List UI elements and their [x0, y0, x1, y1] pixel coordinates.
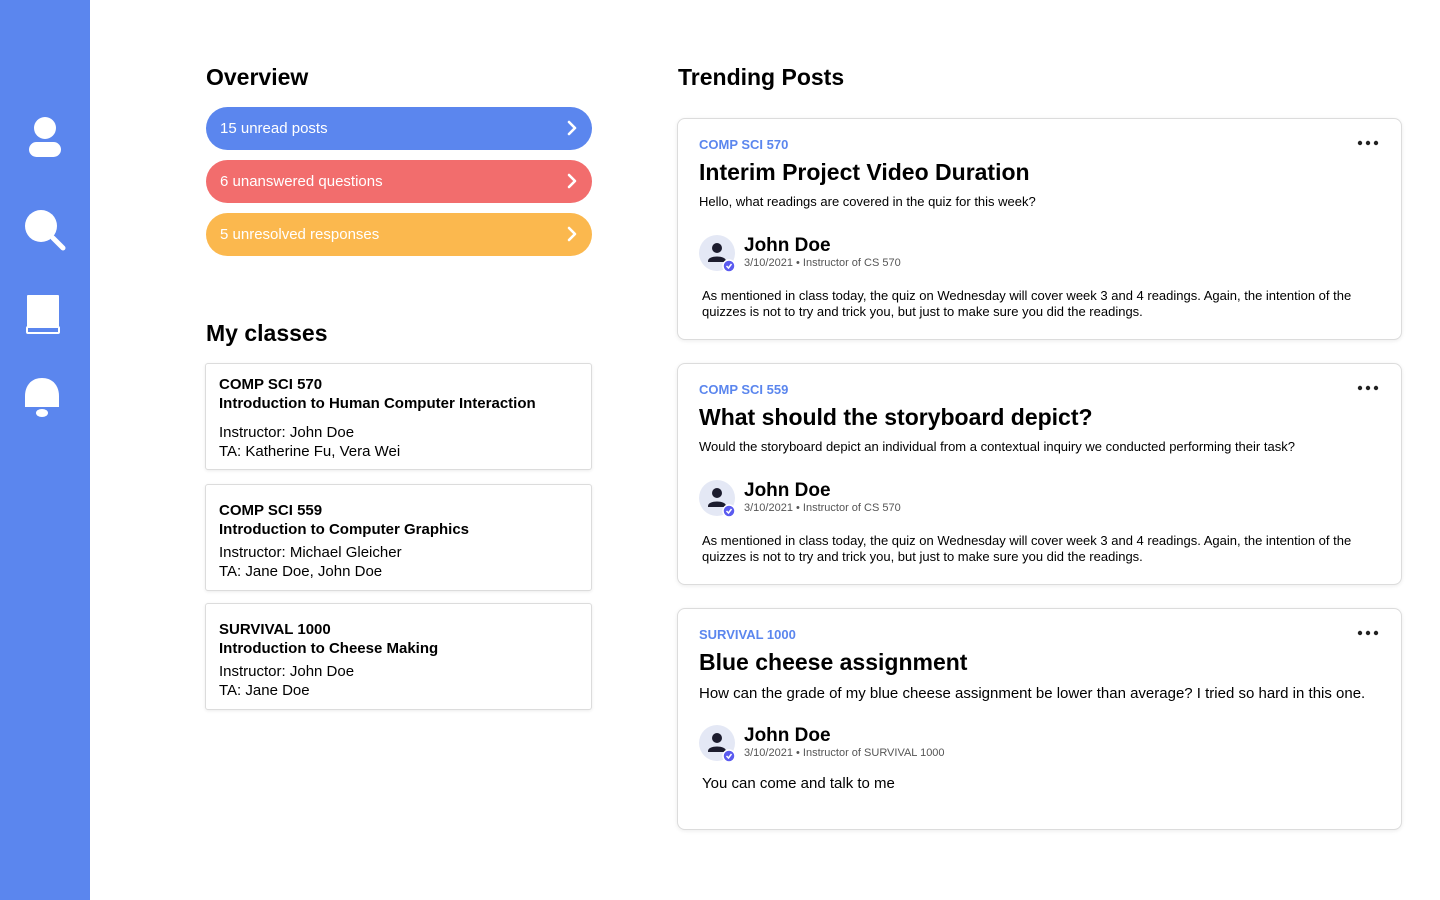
- avatar[interactable]: [699, 725, 736, 762]
- post-question: Would the storyboard depict an individua…: [699, 439, 1295, 454]
- avatar[interactable]: [699, 480, 736, 517]
- trending-posts-title: Trending Posts: [678, 64, 845, 90]
- unanswered-questions-button[interactable]: 6 unanswered questions: [206, 160, 592, 203]
- author-name[interactable]: John Doe: [744, 235, 831, 257]
- post-card[interactable]: SURVIVAL 1000 Blue cheese assignment How…: [677, 608, 1402, 830]
- author-meta: 3/10/2021 • Instructor of CS 570: [744, 257, 901, 269]
- chevron-right-icon: [564, 226, 580, 242]
- more-options-icon[interactable]: [1357, 627, 1379, 639]
- overview-title: Overview: [206, 64, 309, 90]
- class-name: Introduction to Cheese Making: [219, 640, 439, 657]
- search-icon[interactable]: [22, 207, 68, 253]
- bell-icon[interactable]: [22, 375, 68, 421]
- author-name[interactable]: John Doe: [744, 480, 831, 502]
- post-title[interactable]: Blue cheese assignment: [699, 649, 967, 676]
- post-course-tag[interactable]: SURVIVAL 1000: [699, 627, 796, 642]
- post-answer: You can come and talk to me: [702, 775, 895, 792]
- class-name: Introduction to Computer Graphics: [219, 521, 469, 538]
- post-card[interactable]: COMP SCI 559 What should the storyboard …: [677, 363, 1402, 585]
- class-ta: TA: Jane Doe: [219, 682, 310, 699]
- class-code: COMP SCI 559: [219, 502, 323, 519]
- post-question: Hello, what readings are covered in the …: [699, 194, 1036, 209]
- more-options-icon[interactable]: [1357, 137, 1379, 149]
- post-answer: As mentioned in class today, the quiz on…: [702, 288, 1352, 319]
- author-meta: 3/10/2021 • Instructor of SURVIVAL 1000: [744, 747, 945, 759]
- profile-icon[interactable]: [22, 113, 68, 159]
- sidebar: [0, 0, 90, 900]
- unresolved-responses-button[interactable]: 5 unresolved responses: [206, 213, 592, 256]
- class-ta: TA: Jane Doe, John Doe: [219, 563, 383, 580]
- post-title[interactable]: Interim Project Video Duration: [699, 159, 1030, 186]
- post-card[interactable]: COMP SCI 570 Interim Project Video Durat…: [677, 118, 1402, 340]
- post-course-tag[interactable]: COMP SCI 559: [699, 382, 788, 397]
- post-answer: As mentioned in class today, the quiz on…: [702, 533, 1352, 564]
- my-classes-title: My classes: [206, 320, 328, 346]
- unread-posts-button[interactable]: 15 unread posts: [206, 107, 592, 150]
- class-card-survival1000[interactable]: SURVIVAL 1000 Introduction to Cheese Mak…: [205, 603, 592, 710]
- unanswered-questions-label: 6 unanswered questions: [220, 173, 383, 190]
- class-instructor: Instructor: John Doe: [219, 663, 355, 680]
- class-ta: TA: Katherine Fu, Vera Wei: [219, 443, 401, 460]
- more-options-icon[interactable]: [1357, 382, 1379, 394]
- avatar[interactable]: [699, 235, 736, 272]
- unread-posts-label: 15 unread posts: [220, 120, 328, 137]
- class-card-cs559[interactable]: COMP SCI 559 Introduction to Computer Gr…: [205, 484, 592, 591]
- author-meta: 3/10/2021 • Instructor of CS 570: [744, 502, 901, 514]
- class-instructor: Instructor: Michael Gleicher: [219, 544, 402, 561]
- post-title[interactable]: What should the storyboard depict?: [699, 404, 1093, 431]
- chevron-right-icon: [564, 173, 580, 189]
- post-question: How can the grade of my blue cheese assi…: [699, 685, 1366, 702]
- chevron-right-icon: [564, 120, 580, 136]
- post-course-tag[interactable]: COMP SCI 570: [699, 137, 788, 152]
- class-code: COMP SCI 570: [219, 376, 323, 393]
- unresolved-responses-label: 5 unresolved responses: [220, 226, 380, 243]
- class-name: Introduction to Human Computer Interacti…: [219, 395, 536, 412]
- class-instructor: Instructor: John Doe: [219, 424, 355, 441]
- author-name[interactable]: John Doe: [744, 725, 831, 747]
- class-code: SURVIVAL 1000: [219, 621, 331, 638]
- book-icon[interactable]: [22, 292, 68, 338]
- class-card-cs570[interactable]: COMP SCI 570 Introduction to Human Compu…: [205, 363, 592, 470]
